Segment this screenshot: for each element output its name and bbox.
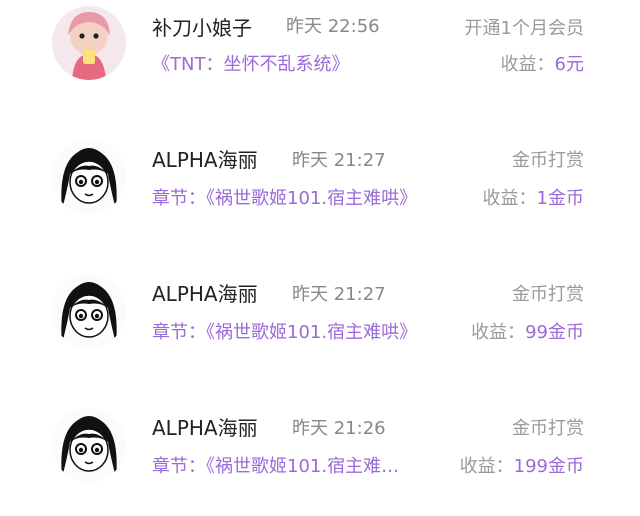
girl-avatar-icon	[52, 6, 126, 80]
earnings: 收益：1金币	[483, 184, 584, 210]
timestamp: 昨天 22:56	[286, 16, 380, 37]
avatar[interactable]	[52, 408, 126, 482]
list-item[interactable]: 补刀小娘子 昨天 22:56 开通1个月会员 《TNT：坐怀不乱系统》 收益：6…	[0, 0, 640, 98]
earnings-value: 1金币	[536, 188, 584, 209]
earnings-label: 收益：	[482, 188, 537, 209]
earnings-label: 收益：	[471, 322, 526, 343]
user-name[interactable]: ALPHA海丽	[152, 144, 258, 173]
manga-girl-avatar-icon	[52, 408, 126, 482]
manga-girl-avatar-icon	[52, 274, 126, 348]
reward-type: 金币打赏	[512, 418, 584, 439]
list-item[interactable]: ALPHA海丽 昨天 21:26 金币打赏 章节：《祸世歌姬101.宿主难… 收…	[0, 382, 640, 516]
avatar[interactable]	[52, 140, 126, 214]
chapter-link[interactable]: 章节：《祸世歌姬101.宿主难…	[152, 452, 452, 478]
reward-type: 金币打赏	[512, 150, 584, 171]
book-title-link[interactable]: 《TNT：坐怀不乱系统》	[152, 50, 452, 76]
list-item[interactable]: ALPHA海丽 昨天 21:27 金币打赏 章节：《祸世歌姬101.宿主难哄》 …	[0, 248, 640, 382]
earnings-label: 收益：	[500, 54, 555, 75]
earnings-value: 199金币	[513, 456, 584, 477]
earnings-value: 6元	[554, 54, 584, 75]
income-record-list: 补刀小娘子 昨天 22:56 开通1个月会员 《TNT：坐怀不乱系统》 收益：6…	[0, 0, 640, 508]
earnings-label: 收益：	[459, 456, 514, 477]
timestamp: 昨天 21:26	[292, 418, 386, 439]
earnings-value: 99金币	[525, 322, 584, 343]
avatar[interactable]	[52, 274, 126, 348]
chapter-link[interactable]: 章节：《祸世歌姬101.宿主难哄》	[152, 318, 452, 344]
earnings: 收益：6元	[501, 50, 584, 76]
manga-girl-avatar-icon	[52, 140, 126, 214]
earnings: 收益：199金币	[460, 452, 584, 478]
reward-type: 金币打赏	[512, 284, 584, 305]
list-item[interactable]: ALPHA海丽 昨天 21:27 金币打赏 章节：《祸世歌姬101.宿主难哄》 …	[0, 114, 640, 248]
user-name[interactable]: ALPHA海丽	[152, 412, 258, 441]
earnings: 收益：99金币	[471, 318, 584, 344]
user-name[interactable]: ALPHA海丽	[152, 278, 258, 307]
user-name[interactable]: 补刀小娘子	[152, 12, 252, 41]
chapter-link[interactable]: 章节：《祸世歌姬101.宿主难哄》	[152, 184, 452, 210]
timestamp: 昨天 21:27	[292, 284, 386, 305]
reward-type: 开通1个月会员	[464, 18, 584, 39]
timestamp: 昨天 21:27	[292, 150, 386, 171]
avatar[interactable]	[52, 6, 126, 80]
